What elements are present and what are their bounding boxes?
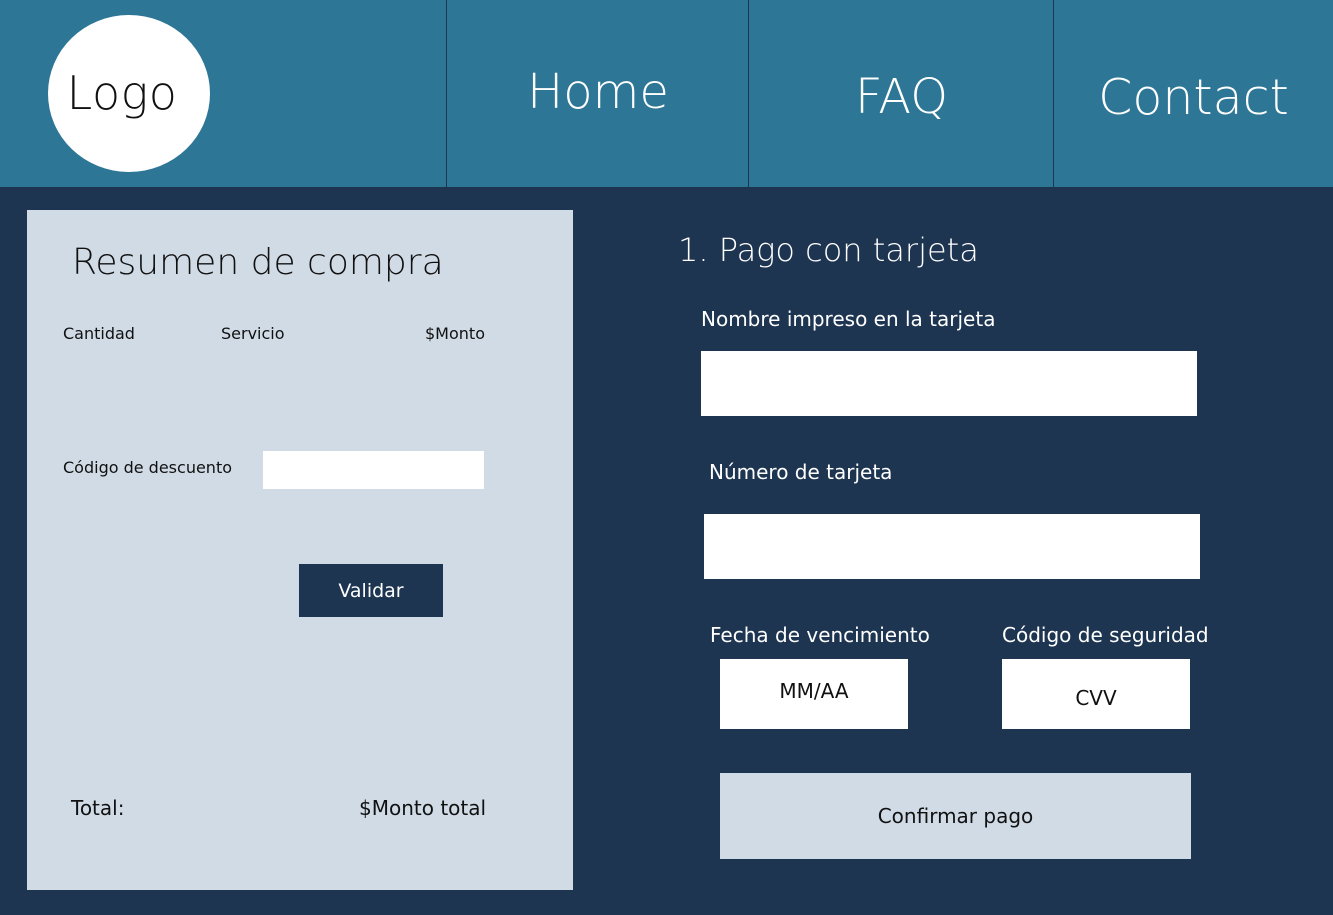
column-header-quantity: Cantidad xyxy=(63,324,135,343)
logo[interactable]: Logo xyxy=(48,15,210,172)
column-header-amount: $Monto xyxy=(425,324,485,343)
summary-title: Resumen de compra xyxy=(72,242,444,283)
cardholder-name-input[interactable] xyxy=(701,351,1197,416)
top-navigation-bar: Logo Home FAQ Contact xyxy=(0,0,1333,187)
nav-item-home[interactable]: Home xyxy=(446,0,749,187)
card-number-input[interactable] xyxy=(704,514,1200,579)
confirm-payment-button[interactable]: Confirmar pago xyxy=(720,773,1191,859)
validate-button[interactable]: Validar xyxy=(299,564,443,617)
expiry-date-input[interactable] xyxy=(720,659,908,729)
purchase-summary-panel: Resumen de compra Cantidad Servicio $Mon… xyxy=(27,210,573,890)
total-label: Total: xyxy=(71,796,125,820)
security-code-label: Código de seguridad xyxy=(1002,623,1209,647)
nav-item-faq[interactable]: FAQ xyxy=(748,0,1054,187)
logo-text: Logo xyxy=(66,65,178,120)
discount-code-label: Código de descuento xyxy=(63,458,232,477)
card-number-label: Número de tarjeta xyxy=(709,460,893,484)
column-header-service: Servicio xyxy=(221,324,285,343)
nav-item-contact[interactable]: Contact xyxy=(1053,0,1333,187)
cardholder-name-label: Nombre impreso en la tarjeta xyxy=(701,307,996,331)
discount-code-input[interactable] xyxy=(263,451,484,489)
security-code-input[interactable] xyxy=(1002,659,1190,729)
payment-title: 1. Pago con tarjeta xyxy=(678,231,979,269)
total-amount: $Monto total xyxy=(359,796,487,820)
expiry-date-label: Fecha de vencimiento xyxy=(710,623,930,647)
